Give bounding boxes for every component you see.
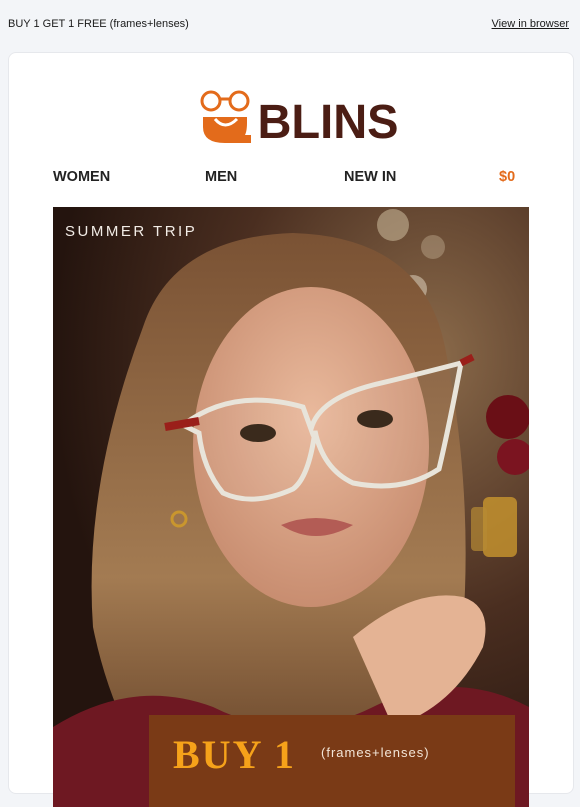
email-card: BLINS WOMEN MEN NEW IN $0 SUMMER TRIP BU… <box>8 52 574 807</box>
cart-total[interactable]: $0 <box>499 169 515 185</box>
preheader-offer-text: BUY 1 GET 1 FREE (frames+lenses) <box>8 18 189 30</box>
nav-item-men[interactable]: MEN <box>205 169 237 185</box>
nav-item-women[interactable]: WOMEN <box>53 169 110 185</box>
promo-subtext: (frames+lenses) <box>321 745 430 760</box>
preheader: BUY 1 GET 1 FREE (frames+lenses) View in… <box>0 0 580 50</box>
hero-banner[interactable]: SUMMER TRIP BUY 1 (frames+lenses) <box>53 207 529 807</box>
hero-label: SUMMER TRIP <box>65 223 198 240</box>
brand-name: BLINS <box>257 96 399 149</box>
brand-logo[interactable]: BLINS <box>199 89 399 149</box>
main-nav: WOMEN MEN NEW IN $0 <box>9 169 573 193</box>
promo-panel[interactable]: BUY 1 (frames+lenses) <box>149 715 515 807</box>
view-in-browser-link[interactable]: View in browser <box>492 18 569 30</box>
promo-headline: BUY 1 <box>173 732 296 777</box>
nav-item-new-in[interactable]: NEW IN <box>344 169 396 185</box>
glasses-face-icon <box>200 90 251 143</box>
